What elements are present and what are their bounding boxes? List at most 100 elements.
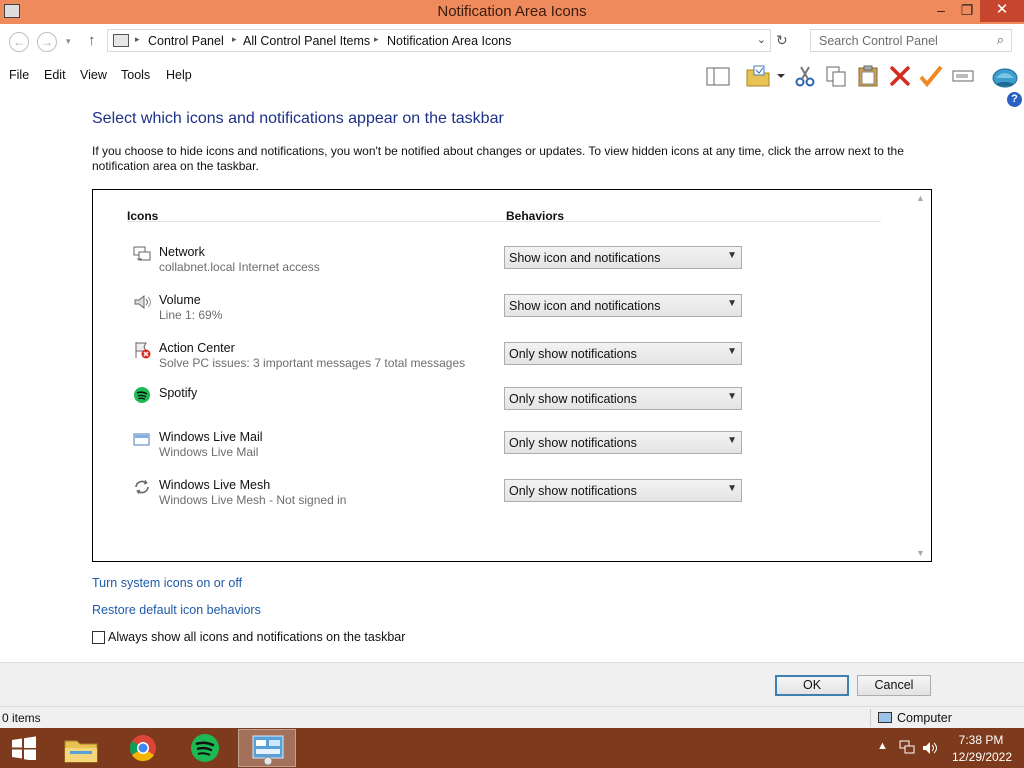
start-button[interactable] [11,736,37,762]
refresh-button[interactable]: ↻ [776,32,788,49]
spotify-icon[interactable] [176,729,234,767]
mail-icon [133,430,151,448]
status-location: Computer [897,711,952,725]
spotify-icon [133,386,151,404]
turn-system-icons-link[interactable]: Turn system icons on or off [92,576,242,590]
computer-icon [113,34,129,47]
item-count: 0 items [2,711,41,725]
table-row: Windows Live Mesh Windows Live Mesh - No… [93,472,893,512]
minimize-button[interactable]: – [928,0,954,22]
show-hidden-icons-button[interactable]: ▲ [877,740,888,752]
help-icon[interactable]: ? [1007,92,1022,107]
title-bar: Notification Area Icons – ❐ ✕ [0,0,1024,24]
computer-icon [878,712,892,723]
table-row: Volume Line 1: 69% Show icon and notific… [93,287,893,327]
chevron-down-icon: ▼ [727,435,737,446]
row-name: Spotify [159,386,198,400]
always-show-label[interactable]: Always show all icons and notifications … [108,630,405,644]
clock-date[interactable]: 12/29/2022 [948,750,1016,764]
folder-icon[interactable] [744,64,788,88]
control-panel-icon[interactable] [238,729,296,767]
breadcrumb-all-items[interactable]: All Control Panel Items [243,34,370,48]
menu-view[interactable]: View [80,68,107,82]
chevron-right-icon[interactable]: ▸ [374,34,379,45]
search-input[interactable] [819,33,987,49]
row-description: collabnet.local Internet access [159,260,320,274]
recent-locations-dropdown[interactable]: ▾ [66,36,71,47]
behavior-select[interactable]: Show icon and notifications ▼ [504,294,742,317]
behavior-value: Show icon and notifications [509,251,661,265]
table-row: Spotify Only show notifications ▼ [93,380,893,420]
row-description: Windows Live Mesh - Not signed in [159,493,347,507]
globe-icon[interactable] [990,64,1020,88]
menu-help[interactable]: Help [166,68,192,82]
speaker-icon [133,293,151,311]
icons-list[interactable]: Icons Behaviors Network collabnet.local … [92,189,932,562]
cut-icon[interactable] [792,64,818,88]
row-name: Windows Live Mail [159,430,263,444]
preview-pane-icon[interactable] [705,64,731,88]
row-description: Line 1: 69% [159,308,223,322]
behavior-select[interactable]: Only show notifications ▼ [504,342,742,365]
status-bar: 0 items Computer [0,706,1024,728]
search-box[interactable]: ⌕ [810,29,1012,52]
up-button[interactable]: ↑ [88,32,96,49]
forward-button[interactable]: → [37,32,57,52]
behavior-value: Show icon and notifications [509,299,661,313]
main-content: ? Select which icons and notifications a… [0,90,1024,662]
address-dropdown[interactable]: ⌄ [757,33,766,46]
chevron-down-icon: ▼ [727,346,737,357]
window-title: Notification Area Icons [437,3,587,20]
network-tray-icon[interactable] [899,740,915,756]
chevron-down-icon: ▼ [727,250,737,261]
menu-bar: File Edit View Tools Help [0,60,1024,90]
ok-button[interactable]: OK [775,675,849,696]
vertical-scrollbar[interactable]: ▲ ▼ [913,192,929,559]
table-row: Action Center Solve PC issues: 3 importa… [93,335,893,375]
paste-icon[interactable] [855,64,881,88]
chrome-icon[interactable] [114,729,172,767]
rename-icon[interactable] [950,64,976,88]
behavior-select[interactable]: Show icon and notifications ▼ [504,246,742,269]
clock-time[interactable]: 7:38 PM [956,733,1006,747]
menu-file[interactable]: File [9,68,29,82]
restore-default-link[interactable]: Restore default icon behaviors [92,603,261,617]
back-button[interactable]: ← [9,32,29,52]
row-description: Windows Live Mail [159,445,259,459]
restore-button[interactable]: ❐ [954,0,980,22]
breadcrumb[interactable]: ▸ Control Panel ▸ All Control Panel Item… [107,29,771,52]
table-row: Network collabnet.local Internet access … [93,239,893,279]
behavior-select[interactable]: Only show notifications ▼ [504,431,742,454]
behavior-value: Only show notifications [509,484,637,498]
copy-icon[interactable] [823,64,849,88]
behavior-select[interactable]: Only show notifications ▼ [504,479,742,502]
cancel-button[interactable]: Cancel [857,675,931,696]
page-description: If you choose to hide icons and notifica… [92,144,904,173]
always-show-checkbox[interactable] [92,631,105,644]
chevron-right-icon[interactable]: ▸ [135,34,140,45]
behavior-select[interactable]: Only show notifications ▼ [504,387,742,410]
menu-edit[interactable]: Edit [44,68,66,82]
file-explorer-icon[interactable] [52,729,110,767]
breadcrumb-control-panel[interactable]: Control Panel [148,34,224,48]
search-icon[interactable]: ⌕ [997,32,1004,48]
menu-tools[interactable]: Tools [121,68,150,82]
breadcrumb-notification-area-icons[interactable]: Notification Area Icons [387,34,511,48]
scroll-down-icon[interactable]: ▼ [916,548,925,558]
page-title: Select which icons and notifications app… [92,110,504,127]
volume-tray-icon[interactable] [922,740,938,756]
header-divider [127,221,881,222]
close-button[interactable]: ✕ [980,0,1024,22]
chevron-right-icon[interactable]: ▸ [232,34,237,45]
status-divider [870,709,871,727]
row-name: Windows Live Mesh [159,478,271,492]
row-name: Network [159,245,205,259]
scroll-up-icon[interactable]: ▲ [916,193,925,203]
address-bar: ← → ▾ ↑ ▸ Control Panel ▸ All Control Pa… [0,24,1024,60]
row-description: Solve PC issues: 3 important messages 7 … [159,356,466,370]
behavior-value: Only show notifications [509,347,637,361]
properties-check-icon[interactable] [918,64,944,88]
delete-icon[interactable] [887,64,913,88]
chevron-down-icon: ▼ [727,391,737,402]
row-name: Volume [159,293,201,307]
